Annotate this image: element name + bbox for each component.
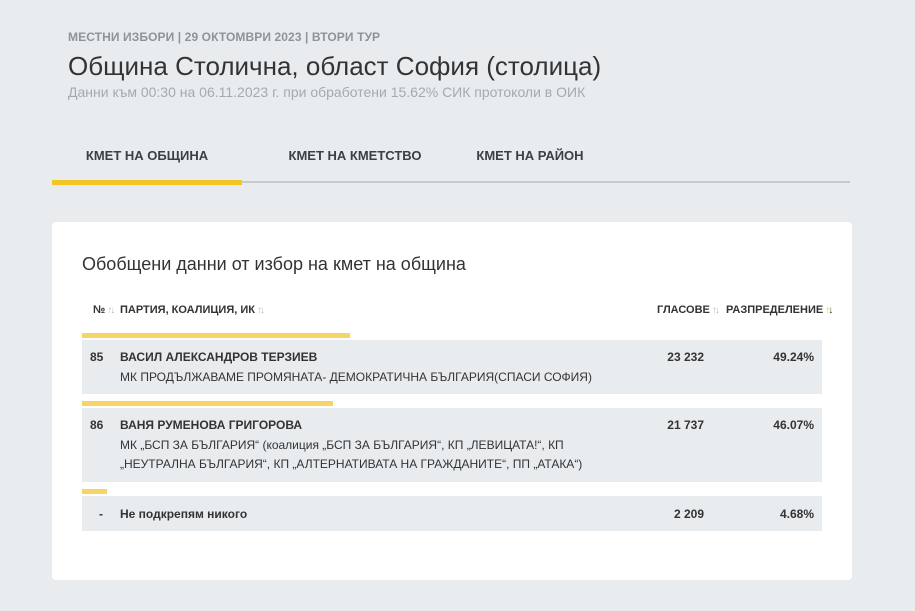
- candidate-name: Не подкрепям никого: [120, 507, 248, 521]
- candidate-name: ВАНЯ РУМЕНОВА ГРИГОРОВА: [120, 418, 303, 432]
- candidate-percent: 46.07%: [773, 418, 814, 432]
- party-line: МК ПРОДЪЛЖАВАМЕ ПРОМЯНАТА- ДЕМОКРАТИЧНА …: [120, 370, 592, 384]
- candidate-percent: 49.24%: [773, 350, 814, 364]
- candidate-percent: 4.68%: [779, 507, 814, 521]
- candidate-votes: 21 737: [667, 418, 704, 432]
- candidate-votes: 23 232: [667, 350, 704, 364]
- column-votes-header[interactable]: ГЛАСОВЕ ↑↓: [657, 304, 720, 316]
- data-timestamp: Данни към 00:30 на 06.11.2023 г. при обр…: [68, 84, 586, 100]
- results-card: Обобщени данни от избор на кмет на общин…: [52, 222, 852, 580]
- page-header: МЕСТНИ ИЗБОРИ | 29 ОКТОМВРИ 2023 | ВТОРИ…: [68, 30, 875, 100]
- candidate-number: -: [99, 507, 103, 521]
- column-distribution-header[interactable]: РАЗПРЕДЕЛЕНИЕ ↑↓: [726, 304, 833, 316]
- column-party-label: ПАРТИЯ, КОАЛИЦИЯ, ИК: [120, 304, 255, 316]
- candidate-number: 85: [90, 350, 104, 364]
- sort-desc-icon: ↑↓: [825, 305, 833, 316]
- candidate-votes: 2 209: [673, 507, 704, 521]
- party-line: МК „БСП ЗА БЪЛГАРИЯ“ (коалиция „БСП ЗА Б…: [120, 438, 564, 452]
- candidate-party: МК „БСП ЗА БЪЛГАРИЯ“ (коалиция „БСП ЗА Б…: [120, 436, 640, 474]
- page-title: Община Столична, област София (столица): [68, 51, 602, 81]
- column-party-header[interactable]: ПАРТИЯ, КОАЛИЦИЯ, ИК ↑↓: [120, 304, 265, 316]
- tab-mayor-town-hall[interactable]: КМЕТ НА КМЕТСТВО: [260, 138, 450, 183]
- candidate-name: ВАСИЛ АЛЕКСАНДРОВ ТЕРЗИЕВ: [120, 350, 318, 364]
- election-breadcrumb: МЕСТНИ ИЗБОРИ | 29 ОКТОМВРИ 2023 | ВТОРИ…: [68, 30, 381, 44]
- candidate-number: 86: [90, 418, 104, 432]
- tab-mayor-municipality[interactable]: КМЕТ НА ОБЩИНА: [52, 138, 242, 185]
- table-row: - Не подкрепям никого 2 209 4.68%: [82, 496, 822, 531]
- results-title: Обобщени данни от избор на кмет на общин…: [82, 254, 466, 274]
- column-votes-label: ГЛАСОВЕ: [657, 304, 710, 316]
- share-bar: [82, 489, 107, 494]
- party-line: „НЕУТРАЛНА БЪЛГАРИЯ“, КП „АЛТЕРНАТИВАТА …: [120, 457, 583, 471]
- share-bar: [82, 333, 350, 338]
- sort-icon: ↑↓: [256, 305, 265, 316]
- table-row: 85 ВАСИЛ АЛЕКСАНДРОВ ТЕРЗИЕВ МК ПРОДЪЛЖА…: [82, 340, 822, 394]
- table-row: 86 ВАНЯ РУМЕНОВА ГРИГОРОВА МК „БСП ЗА БЪ…: [82, 408, 822, 482]
- sort-icon: ↑↓: [107, 305, 115, 316]
- tab-mayor-district[interactable]: КМЕТ НА РАЙОН: [450, 138, 610, 183]
- candidate-party: МК ПРОДЪЛЖАВАМЕ ПРОМЯНАТА- ДЕМОКРАТИЧНА …: [120, 368, 640, 387]
- election-type-tabs: КМЕТ НА ОБЩИНА КМЕТ НА КМЕТСТВО КМЕТ НА …: [52, 138, 850, 185]
- column-distribution-label: РАЗПРЕДЕЛЕНИЕ: [726, 304, 824, 316]
- share-bar: [82, 401, 333, 406]
- sort-icon: ↑↓: [711, 305, 720, 316]
- column-number-label: №: [93, 304, 106, 316]
- column-number-header[interactable]: № ↑↓: [93, 304, 115, 316]
